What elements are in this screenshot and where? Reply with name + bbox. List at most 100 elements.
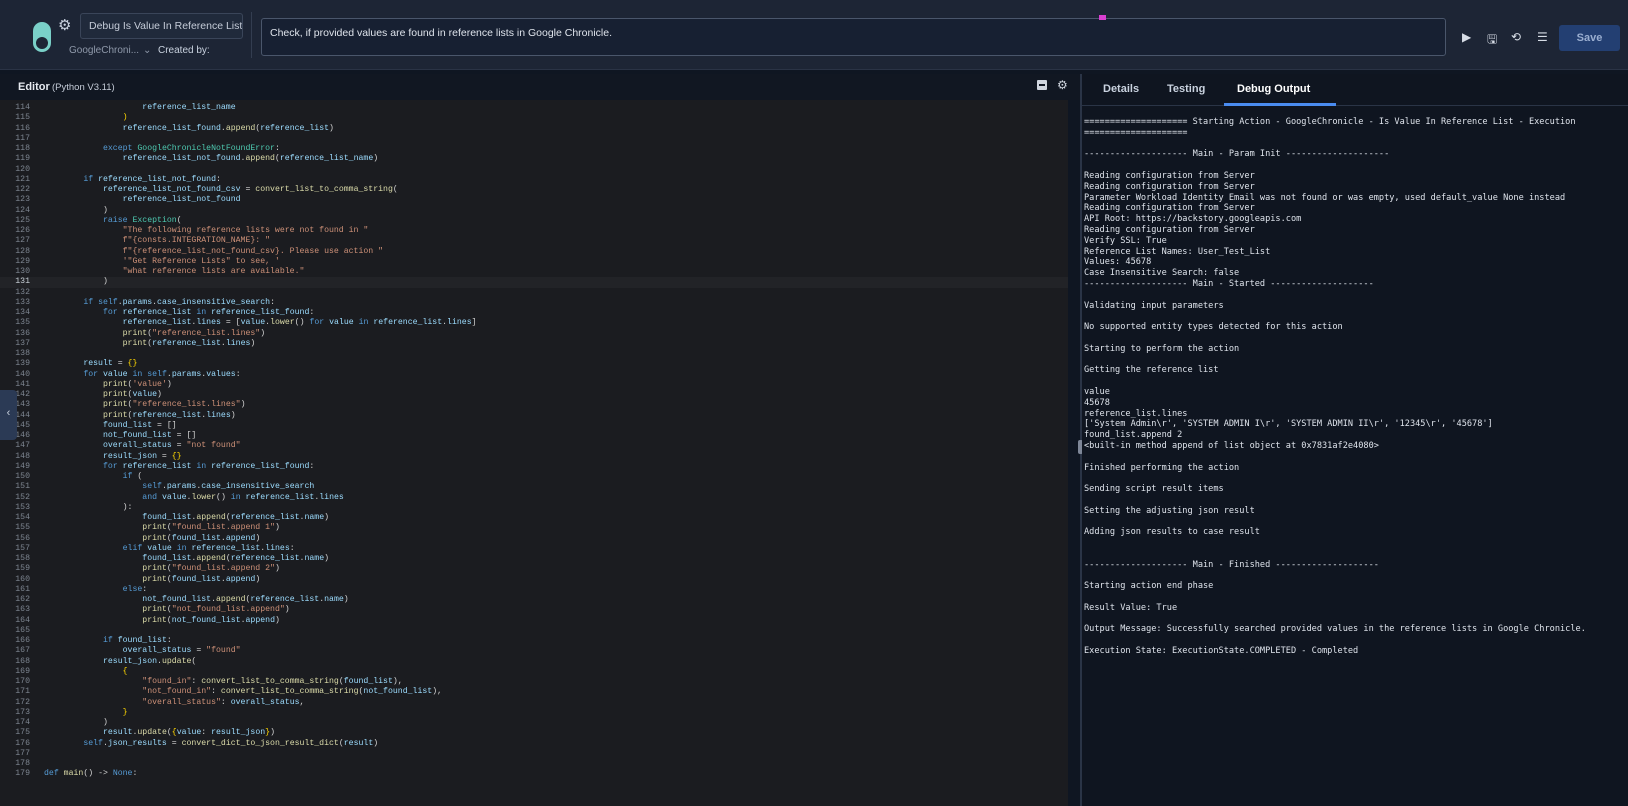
code-line[interactable]: 125 raise Exception( bbox=[0, 216, 1068, 227]
code-line[interactable]: 120 bbox=[0, 165, 1068, 176]
code-line[interactable]: 114 reference_list_name bbox=[0, 103, 1068, 114]
code-line[interactable]: 177 bbox=[0, 749, 1068, 760]
code-line[interactable]: 121 if reference_list_not_found: bbox=[0, 175, 1068, 186]
tab-debug-output[interactable]: Debug Output bbox=[1237, 83, 1310, 95]
resize-handle[interactable] bbox=[1099, 15, 1106, 20]
expand-left-chevron-icon[interactable]: ‹ bbox=[0, 390, 17, 440]
line-number: 159 bbox=[15, 564, 30, 574]
code-line[interactable]: 148 result_json = {} bbox=[0, 452, 1068, 463]
editor-header bbox=[0, 74, 1080, 100]
save-icon[interactable]: 🖫 bbox=[1487, 30, 1497, 51]
code-line[interactable]: 123 reference_list_not_found bbox=[0, 195, 1068, 206]
code-line[interactable]: 149 for reference_list in reference_list… bbox=[0, 462, 1068, 473]
code-line[interactable]: 172 "overall_status": overall_status, bbox=[0, 698, 1068, 709]
tab-bar: Details Testing Debug Output bbox=[1082, 74, 1628, 106]
code-line[interactable]: 124 ) bbox=[0, 206, 1068, 217]
code-line[interactable]: 157 elif value in reference_list.lines: bbox=[0, 544, 1068, 555]
list-icon[interactable]: ☰ bbox=[1537, 30, 1548, 44]
code-line[interactable]: 175 result.update({value: result_json}) bbox=[0, 728, 1068, 739]
code-line[interactable]: 153 ): bbox=[0, 503, 1068, 514]
code-line[interactable]: 169 { bbox=[0, 667, 1068, 678]
integration-select[interactable]: GoogleChroni... ⌄ bbox=[69, 45, 151, 56]
code-text: if self.params.case_insensitive_search: bbox=[83, 297, 275, 307]
tab-testing[interactable]: Testing bbox=[1167, 83, 1205, 95]
code-line[interactable]: 133 if self.params.case_insensitive_sear… bbox=[0, 298, 1068, 309]
code-line[interactable]: 159 print("found_list.append 2") bbox=[0, 564, 1068, 575]
code-line[interactable]: 141 print('value') bbox=[0, 380, 1068, 391]
code-text: if reference_list_not_found: bbox=[83, 174, 221, 184]
code-line[interactable]: 147 overall_status = "not found" bbox=[0, 441, 1068, 452]
code-line[interactable]: 139 result = {} bbox=[0, 359, 1068, 370]
history-icon[interactable]: ⟲ bbox=[1511, 30, 1521, 44]
code-line[interactable]: 127 f"{consts.INTEGRATION_NAME}: " bbox=[0, 236, 1068, 247]
code-line[interactable]: 155 print("found_list.append 1") bbox=[0, 523, 1068, 534]
line-number: 127 bbox=[15, 236, 30, 246]
code-line[interactable]: 171 "not_found_in": convert_list_to_comm… bbox=[0, 687, 1068, 698]
code-line[interactable]: 156 print(found_list.append) bbox=[0, 534, 1068, 545]
line-number: 115 bbox=[15, 113, 30, 123]
code-line[interactable]: 167 overall_status = "found" bbox=[0, 646, 1068, 657]
enable-toggle[interactable] bbox=[33, 22, 51, 52]
code-line[interactable]: 179 def main() -> None: bbox=[0, 769, 1068, 780]
line-number: 148 bbox=[15, 451, 30, 461]
line-number: 132 bbox=[15, 287, 30, 297]
collapse-icon[interactable] bbox=[1037, 80, 1047, 90]
code-line[interactable]: 165 bbox=[0, 626, 1068, 637]
line-number: 157 bbox=[15, 543, 30, 553]
line-number: 175 bbox=[15, 728, 30, 738]
code-line[interactable]: 160 print(found_list.append) bbox=[0, 575, 1068, 586]
debug-line: Finished performing the action bbox=[1084, 462, 1240, 473]
line-number: 141 bbox=[15, 379, 30, 389]
debug-line bbox=[1084, 592, 1624, 603]
code-line[interactable]: 140 for value in self.params.values: bbox=[0, 370, 1068, 381]
code-line[interactable]: 145 found_list = [] bbox=[0, 421, 1068, 432]
code-line[interactable]: 119 reference_list_not_found.append(refe… bbox=[0, 154, 1068, 165]
code-line[interactable]: 144 print(reference_list.lines) bbox=[0, 411, 1068, 422]
editor-settings-gear-icon[interactable]: ⚙ bbox=[1057, 78, 1068, 92]
code-line[interactable]: 117 bbox=[0, 134, 1068, 145]
action-name-input[interactable]: Debug Is Value In Reference List bbox=[80, 13, 243, 39]
code-line[interactable]: 138 bbox=[0, 349, 1068, 360]
play-icon[interactable]: ▶ bbox=[1462, 30, 1471, 44]
description-input[interactable]: Check, if provided values are found in r… bbox=[261, 18, 1446, 56]
code-line[interactable]: 129 '"Get Reference Lists" to see, ' bbox=[0, 257, 1068, 268]
code-line[interactable]: 132 bbox=[0, 288, 1068, 299]
line-number: 120 bbox=[15, 164, 30, 174]
integration-value: GoogleChroni... bbox=[69, 45, 140, 56]
code-line[interactable]: 164 print(not_found_list.append) bbox=[0, 616, 1068, 627]
code-line[interactable]: 115 ) bbox=[0, 113, 1068, 124]
gear-icon[interactable]: ⚙ bbox=[58, 16, 71, 34]
code-line[interactable]: 152 and value.lower() in reference_list.… bbox=[0, 493, 1068, 504]
code-text: ) bbox=[44, 205, 108, 215]
code-line[interactable]: 116 reference_list_found.append(referenc… bbox=[0, 124, 1068, 135]
code-text: ): bbox=[44, 502, 133, 512]
code-text: reference_list_found.append(reference_li… bbox=[122, 123, 334, 133]
debug-line: ==================== Starting Action - G… bbox=[1084, 117, 1576, 127]
code-line[interactable]: 176 self.json_results = convert_dict_to_… bbox=[0, 739, 1068, 750]
code-line[interactable]: 131 ) bbox=[0, 277, 1068, 288]
code-text: and value.lower() in reference_list.line… bbox=[142, 492, 344, 502]
debug-line bbox=[1084, 452, 1624, 463]
code-line[interactable]: 151 self.params.case_insensitive_search bbox=[0, 482, 1068, 493]
code-line[interactable]: 130 "what reference lists are available.… bbox=[0, 267, 1068, 278]
code-line[interactable]: 135 reference_list.lines = [value.lower(… bbox=[0, 318, 1068, 329]
code-line[interactable]: 178 bbox=[0, 759, 1068, 770]
code-line[interactable]: 128 f"{reference_list_not_found_csv}. Pl… bbox=[0, 247, 1068, 258]
code-text: for value in self.params.values: bbox=[83, 369, 241, 379]
code-line[interactable]: 161 else: bbox=[0, 585, 1068, 596]
code-line[interactable]: 143 print("reference_list.lines") bbox=[0, 400, 1068, 411]
code-line[interactable]: 173 } bbox=[0, 708, 1068, 719]
code-line[interactable]: 168 result_json.update( bbox=[0, 657, 1068, 668]
code-line[interactable]: 137 print(reference_list.lines) bbox=[0, 339, 1068, 350]
line-number: 152 bbox=[15, 492, 30, 502]
line-number: 140 bbox=[15, 369, 30, 379]
debug-line bbox=[1084, 495, 1624, 506]
save-button[interactable]: Save bbox=[1559, 25, 1620, 51]
code-text: f"{consts.INTEGRATION_NAME}: " bbox=[122, 236, 271, 246]
code-line[interactable]: 136 print("reference_list.lines") bbox=[0, 329, 1068, 340]
debug-line: <built-in method append of list object a… bbox=[1084, 440, 1379, 451]
line-number: 133 bbox=[15, 297, 30, 307]
tab-details[interactable]: Details bbox=[1103, 83, 1139, 95]
code-editor[interactable]: 114 reference_list_name 115 ) 116 referenc… bbox=[0, 100, 1068, 806]
code-line[interactable]: 163 print("not_found_list.append") bbox=[0, 605, 1068, 616]
